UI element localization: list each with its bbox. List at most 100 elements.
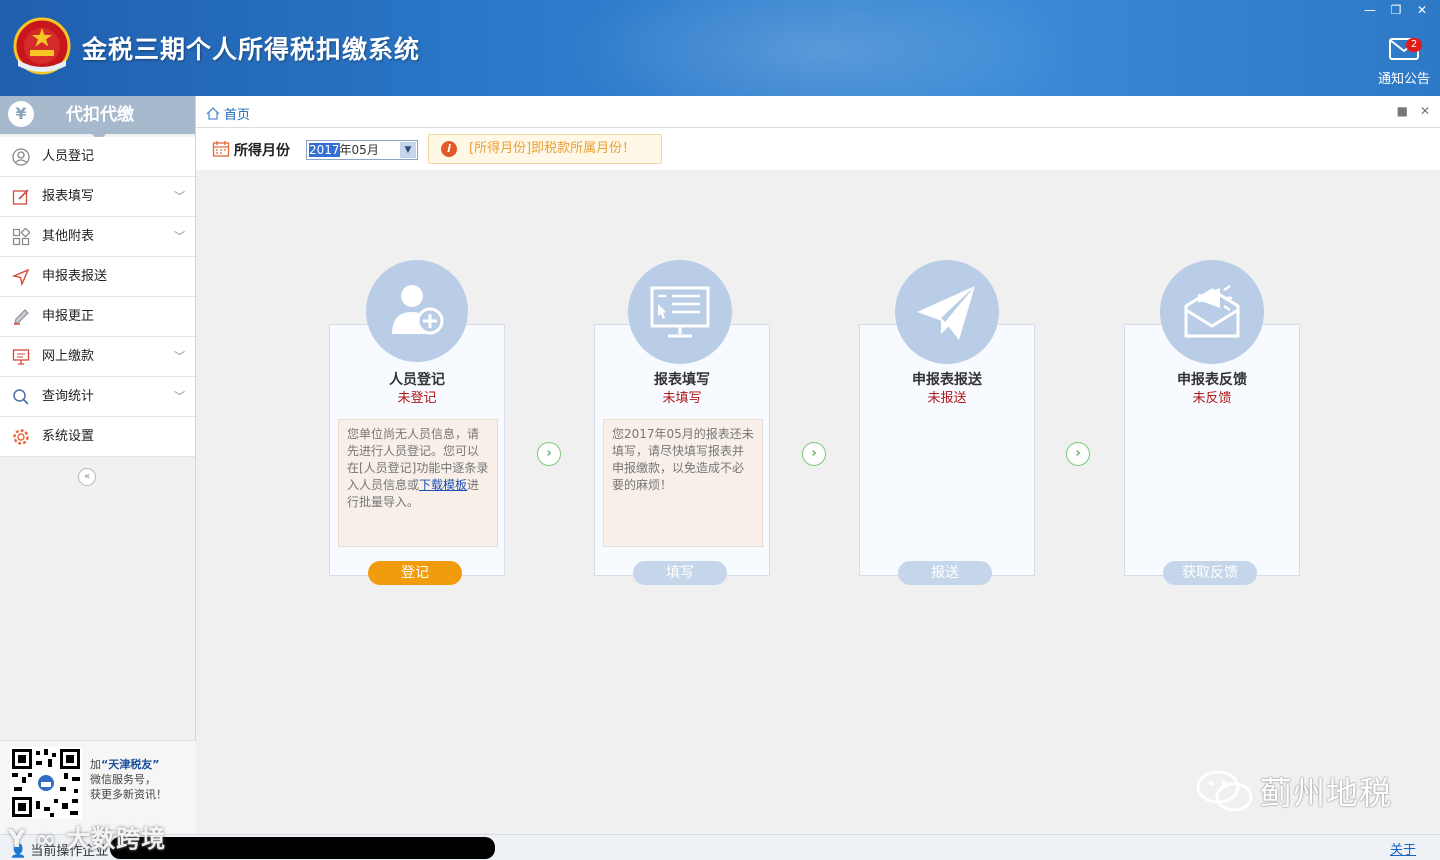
home-icon <box>206 107 220 120</box>
user-icon <box>12 148 30 166</box>
submit-button[interactable]: 报送 <box>898 561 992 585</box>
window-controls: — ❐ ✕ <box>1362 4 1430 16</box>
watermark-left-text: 大数跨境 <box>66 825 167 853</box>
hint-text: [所得月份]即税款所属月份！ <box>469 141 636 156</box>
tab-home[interactable]: 首页 <box>206 104 250 123</box>
sidebar-header-label: 代扣代缴 <box>66 105 134 125</box>
close-icon[interactable]: ✕ <box>1414 4 1430 16</box>
sidebar-item-label: 系统设置 <box>42 429 95 444</box>
header-glow <box>560 0 1080 96</box>
yuan-icon: ¥ <box>8 101 34 127</box>
card-person-register-badge <box>366 260 468 362</box>
step-arrow-icon: › <box>802 442 826 466</box>
tab-home-label: 首页 <box>224 108 251 123</box>
status-bar: 👤 当前操作企业 关于 <box>0 834 1440 860</box>
card-title: 报表填写 <box>654 372 710 388</box>
register-button[interactable]: 登记 <box>368 561 462 585</box>
notification-badge: 2 <box>1406 38 1422 52</box>
sidebar-item-label: 人员登记 <box>42 149 95 164</box>
notification-button[interactable]: 2 通知公告 <box>1376 38 1432 94</box>
income-month-label: 所得月份 <box>234 143 290 159</box>
card-title: 人员登记 <box>389 372 445 388</box>
maximize-panel-icon[interactable]: ■ <box>1397 104 1408 118</box>
monitor-icon <box>12 349 30 365</box>
sidebar-header[interactable]: ¥ 代扣代缴 <box>0 96 195 141</box>
national-emblem-icon <box>13 17 71 75</box>
send-icon <box>12 268 30 286</box>
promo-line-2: 微信服务号， <box>90 773 156 786</box>
sidebar-item-query-stats[interactable]: 查询统计 ﹀ <box>0 377 195 417</box>
mail-megaphone-icon <box>1184 284 1240 338</box>
get-feedback-button[interactable]: 获取反馈 <box>1163 561 1257 585</box>
chevron-down-icon: ﹀ <box>174 390 185 403</box>
promo-brand: “天津税友” <box>101 758 160 771</box>
sidebar-item-label: 网上缴款 <box>42 349 95 364</box>
paper-plane-icon <box>917 286 975 340</box>
sidebar: ¥ 代扣代缴 人员登记 报表填写 ﹀ 其他附表 ﹀ 申报表报送 申报更正 网上缴… <box>0 96 196 860</box>
sidebar-item-person-register[interactable]: 人员登记 <box>0 137 195 177</box>
card-status: 未填写 <box>662 391 702 406</box>
edit-form-icon <box>12 189 29 205</box>
step-arrow-icon: › <box>1066 442 1090 466</box>
step-arrow-icon: › <box>537 442 561 466</box>
sidebar-item-report-correct[interactable]: 申报更正 <box>0 297 195 337</box>
app-title: 金税三期个人所得税扣缴系统 <box>82 35 421 64</box>
title-bar: 金税三期个人所得税扣缴系统 — ❐ ✕ 2 通知公告 <box>0 0 1440 96</box>
income-month-hint: i [所得月份]即税款所属月份！ <box>428 134 662 164</box>
workflow-panel: 人员登记 未登记 您单位尚无人员信息，请先进行人员登记。您可以在[人员登记]功能… <box>196 170 1440 834</box>
sidebar-item-system-settings[interactable]: 系统设置 <box>0 417 195 457</box>
card-description: 您单位尚无人员信息，请先进行人员登记。您可以在[人员登记]功能中逐条录入人员信息… <box>338 419 498 547</box>
collapse-sidebar-button[interactable]: « <box>78 468 96 486</box>
card-report-submit-badge <box>895 260 999 364</box>
filter-bar: 所得月份 2017年05月 ▼ i [所得月份]即税款所属月份！ <box>196 128 1440 170</box>
sidebar-item-label: 查询统计 <box>42 389 95 404</box>
restore-icon[interactable]: ❐ <box>1388 4 1404 16</box>
card-description: 您2017年05月的报表还未填写，请尽快填写报表并申报缴款，以免造成不必要的麻烦… <box>603 419 763 547</box>
card-status: 未登记 <box>397 391 437 406</box>
pencil-icon <box>14 309 29 325</box>
tab-controls: ■ ✕ <box>1397 104 1430 118</box>
month-select-year: 2017 <box>309 143 340 157</box>
month-select-rest: 年05月 <box>339 143 379 157</box>
redacted-company-name <box>110 837 495 859</box>
fill-button[interactable]: 填写 <box>633 561 727 585</box>
promo-line-3: 获更多新资讯！ <box>90 788 167 801</box>
close-tab-icon[interactable]: ✕ <box>1420 104 1430 118</box>
tab-bar: 首页 ■ ✕ <box>196 96 1440 128</box>
gear-icon <box>13 429 29 445</box>
card-title: 申报表报送 <box>912 372 982 388</box>
watermark-right-text: 蓟州地税 <box>1259 774 1392 812</box>
sidebar-item-label: 报表填写 <box>42 189 95 204</box>
card-desc-text: 您2017年05月的报表还未填写，请尽快填写报表并申报缴款，以免造成不必要的麻烦… <box>612 427 754 492</box>
sidebar-item-label: 其他附表 <box>42 229 95 244</box>
sidebar-item-other-schedules[interactable]: 其他附表 ﹀ <box>0 217 195 257</box>
about-link[interactable]: 关于 <box>1390 839 1416 858</box>
minimize-icon[interactable]: — <box>1362 4 1378 16</box>
download-template-link[interactable]: 下载模板 <box>419 478 467 492</box>
watermark-right: 蓟州地税 <box>1196 768 1392 814</box>
chevron-down-icon: ﹀ <box>174 350 185 363</box>
sidebar-item-label: 申报表报送 <box>42 269 108 284</box>
sidebar-item-online-payment[interactable]: 网上缴款 ﹀ <box>0 337 195 377</box>
income-month-select[interactable]: 2017年05月 ▼ <box>306 140 418 160</box>
chevron-down-icon: ﹀ <box>174 230 185 243</box>
card-report-fill-badge <box>628 260 732 364</box>
dropdown-arrow-icon[interactable]: ▼ <box>400 142 416 158</box>
wechat-icon <box>1196 770 1253 812</box>
qr-code-icon <box>10 747 82 819</box>
sidebar-item-report-fill[interactable]: 报表填写 ﹀ <box>0 177 195 217</box>
add-user-icon <box>392 285 444 335</box>
promo-prefix: 加 <box>90 758 101 771</box>
wechat-promo-text: 加“天津税友” 微信服务号， 获更多新资讯！ <box>90 757 167 802</box>
grid-icon <box>12 228 30 246</box>
watermark-left: Y ∞ 大数跨境 <box>8 825 167 853</box>
card-status: 未报送 <box>927 391 967 406</box>
promo-line-1: 加“天津税友” <box>90 757 167 772</box>
calendar-icon <box>212 141 230 157</box>
card-title: 申报表反馈 <box>1177 372 1247 388</box>
sidebar-item-report-submit[interactable]: 申报表报送 <box>0 257 195 297</box>
search-icon <box>13 389 29 405</box>
form-screen-icon <box>650 286 710 338</box>
sidebar-item-label: 申报更正 <box>42 309 95 324</box>
card-status: 未反馈 <box>1192 391 1232 406</box>
